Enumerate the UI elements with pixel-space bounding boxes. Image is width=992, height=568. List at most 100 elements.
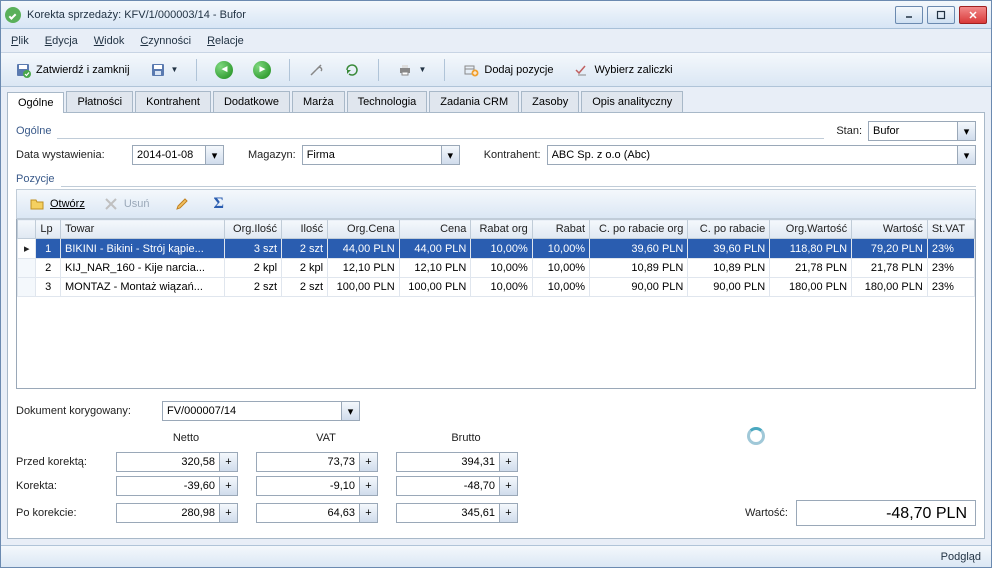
table-row[interactable]: 2KIJ_NAR_160 - Kije narcia...2 kpl2 kpl1… bbox=[18, 259, 975, 278]
tab-platnosci[interactable]: Płatności bbox=[66, 91, 133, 112]
data-wystawienia-input[interactable]: ▾ bbox=[132, 145, 224, 165]
col-org-wartosc[interactable]: Org.Wartość bbox=[770, 220, 852, 239]
status-podglad[interactable]: Podgląd bbox=[941, 551, 981, 563]
korekta-vat[interactable] bbox=[256, 476, 360, 496]
dodaj-pozycje-label: Dodaj pozycje bbox=[484, 64, 553, 76]
tab-marza[interactable]: Marża bbox=[292, 91, 345, 112]
korekta-brutto-plus[interactable]: + bbox=[500, 476, 518, 496]
data-wystawienia-label: Data wystawienia: bbox=[16, 149, 126, 161]
table-row[interactable]: 3MONTAZ - Montaż wiązań...2 szt2 szt100,… bbox=[18, 278, 975, 297]
korekta-vat-plus[interactable]: + bbox=[360, 476, 378, 496]
save-close-button[interactable]: Zatwierdź i zamknij bbox=[9, 59, 136, 81]
magazyn-select[interactable]: ▾ bbox=[302, 145, 460, 165]
korekta-netto-plus[interactable]: + bbox=[220, 476, 238, 496]
po-brutto-plus[interactable]: + bbox=[500, 503, 518, 523]
po-vat-plus[interactable]: + bbox=[360, 503, 378, 523]
data-wystawienia-value[interactable] bbox=[132, 145, 206, 165]
korekta-brutto[interactable] bbox=[396, 476, 500, 496]
po-netto-plus[interactable]: + bbox=[220, 503, 238, 523]
col-rabat[interactable]: Rabat bbox=[532, 220, 589, 239]
po-vat[interactable] bbox=[256, 503, 360, 523]
po-brutto[interactable] bbox=[396, 503, 500, 523]
menu-czynnosci[interactable]: Czynności bbox=[140, 35, 191, 47]
col-org-cena[interactable]: Org.Cena bbox=[328, 220, 400, 239]
col-cena[interactable]: Cena bbox=[399, 220, 471, 239]
tab-ogolne[interactable]: Ogólne bbox=[7, 92, 64, 113]
titlebar: Korekta sprzedaży: KFV/1/000003/14 - Buf… bbox=[1, 1, 991, 29]
sum-button[interactable]: Σ bbox=[208, 192, 230, 216]
hdr-vat: VAT bbox=[256, 432, 396, 444]
col-towar[interactable]: Towar bbox=[60, 220, 224, 239]
table-row[interactable]: ▸1BIKINI - Bikini - Strój kąpie...3 szt2… bbox=[18, 239, 975, 259]
col-wartosc[interactable]: Wartość bbox=[852, 220, 928, 239]
otworz-button[interactable]: Otwórz bbox=[23, 193, 91, 215]
przed-vat[interactable] bbox=[256, 452, 360, 472]
col-c-rab[interactable]: C. po rabacie bbox=[688, 220, 770, 239]
kontrahent-value[interactable] bbox=[547, 145, 958, 165]
cell-org-ilosc: 2 szt bbox=[224, 278, 281, 297]
magazyn-label: Magazyn: bbox=[248, 149, 296, 161]
col-lp[interactable]: Lp bbox=[36, 220, 61, 239]
menu-widok[interactable]: Widok bbox=[94, 35, 125, 47]
nav-back-button[interactable]: ◄ bbox=[209, 58, 239, 82]
przed-brutto[interactable] bbox=[396, 452, 500, 472]
dokument-korygowany-dropdown-button[interactable]: ▾ bbox=[342, 401, 360, 421]
przed-netto-plus[interactable]: + bbox=[220, 452, 238, 472]
dokument-korygowany-value[interactable] bbox=[162, 401, 342, 421]
minimize-button[interactable] bbox=[895, 6, 923, 24]
tab-technologia[interactable]: Technologia bbox=[347, 91, 428, 112]
kontrahent-select[interactable]: ▾ bbox=[547, 145, 976, 165]
date-dropdown-button[interactable]: ▾ bbox=[206, 145, 224, 165]
pozycje-grid[interactable]: Lp Towar Org.Ilość Ilość Org.Cena Cena R… bbox=[16, 219, 976, 389]
stan-value[interactable] bbox=[868, 121, 958, 141]
tools-button[interactable] bbox=[302, 59, 330, 81]
window-title: Korekta sprzedaży: KFV/1/000003/14 - Buf… bbox=[27, 9, 895, 21]
korekta-netto[interactable] bbox=[116, 476, 220, 496]
po-netto[interactable] bbox=[116, 503, 220, 523]
wybierz-zaliczki-button[interactable]: Wybierz zaliczki bbox=[567, 59, 678, 81]
sigma-icon: Σ bbox=[214, 195, 224, 213]
col-c-rab-org[interactable]: C. po rabacie org bbox=[590, 220, 688, 239]
tab-opis-analityczny[interactable]: Opis analityczny bbox=[581, 91, 683, 112]
dokument-korygowany-select[interactable]: ▾ bbox=[162, 401, 360, 421]
refresh-button[interactable] bbox=[338, 59, 366, 81]
print-dropdown-caret[interactable]: ▼ bbox=[418, 65, 426, 74]
row-marker[interactable] bbox=[18, 259, 36, 278]
menu-relacje[interactable]: Relacje bbox=[207, 35, 244, 47]
printer-icon bbox=[397, 62, 413, 78]
stan-select[interactable]: ▾ bbox=[868, 121, 976, 141]
menu-edycja[interactable]: Edycja bbox=[45, 35, 78, 47]
cell-org-ilosc: 2 kpl bbox=[224, 259, 281, 278]
save-dropdown-caret[interactable]: ▼ bbox=[171, 65, 179, 74]
add-row-icon bbox=[463, 62, 479, 78]
close-button[interactable] bbox=[959, 6, 987, 24]
magazyn-dropdown-button[interactable]: ▾ bbox=[442, 145, 460, 165]
edit-cell-button[interactable] bbox=[168, 193, 196, 215]
przed-vat-plus[interactable]: + bbox=[360, 452, 378, 472]
save-button[interactable]: ▼ bbox=[144, 59, 185, 81]
col-rabat-org[interactable]: Rabat org bbox=[471, 220, 532, 239]
nav-forward-button[interactable]: ► bbox=[247, 58, 277, 82]
stan-dropdown-button[interactable]: ▾ bbox=[958, 121, 976, 141]
print-button[interactable]: ▼ bbox=[391, 59, 432, 81]
dodaj-pozycje-button[interactable]: Dodaj pozycje bbox=[457, 59, 559, 81]
przed-netto[interactable] bbox=[116, 452, 220, 472]
col-org-ilosc[interactable]: Org.Ilość bbox=[224, 220, 281, 239]
menu-plik[interactable]: Plik bbox=[11, 35, 29, 47]
col-ilosc[interactable]: Ilość bbox=[282, 220, 328, 239]
row-marker[interactable]: ▸ bbox=[18, 239, 36, 259]
ogolne-fields-row: Data wystawienia: ▾ Magazyn: ▾ Kontrahen… bbox=[16, 145, 976, 165]
bottom-section: Dokument korygowany: ▾ Netto VAT Brutto … bbox=[16, 395, 976, 526]
przed-brutto-plus[interactable]: + bbox=[500, 452, 518, 472]
kontrahent-dropdown-button[interactable]: ▾ bbox=[958, 145, 976, 165]
row-marker[interactable] bbox=[18, 278, 36, 297]
row-marker-header[interactable] bbox=[18, 220, 36, 239]
tab-zasoby[interactable]: Zasoby bbox=[521, 91, 579, 112]
maximize-button[interactable] bbox=[927, 6, 955, 24]
col-stvat[interactable]: St.VAT bbox=[927, 220, 974, 239]
tab-zadania-crm[interactable]: Zadania CRM bbox=[429, 91, 519, 112]
magazyn-value[interactable] bbox=[302, 145, 442, 165]
tab-dodatkowe[interactable]: Dodatkowe bbox=[213, 91, 290, 112]
tab-kontrahent[interactable]: Kontrahent bbox=[135, 91, 211, 112]
cell-lp: 2 bbox=[36, 259, 61, 278]
